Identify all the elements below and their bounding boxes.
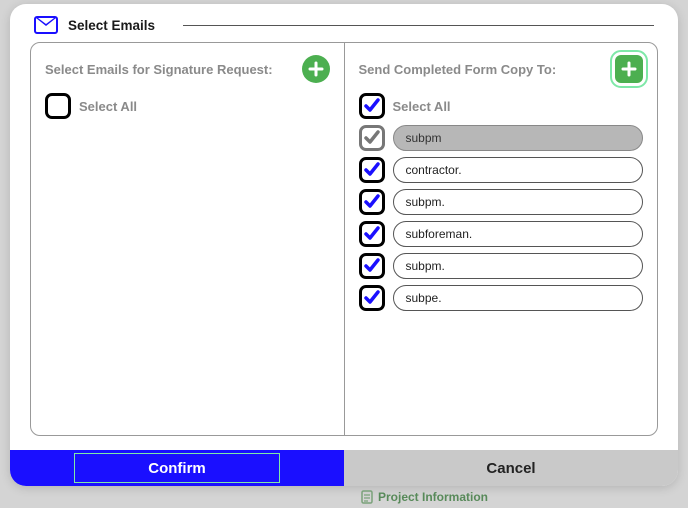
modal-title: Select Emails — [68, 18, 155, 33]
add-signature-email-button[interactable] — [302, 55, 330, 83]
form-copy-panel: Send Completed Form Copy To: Select All … — [344, 42, 659, 436]
left-panel-head: Select Emails for Signature Request: — [45, 55, 330, 83]
right-panel-title: Send Completed Form Copy To: — [359, 62, 557, 77]
mail-icon — [34, 16, 58, 34]
right-select-all-row: Select All — [359, 93, 644, 119]
plus-icon — [308, 61, 324, 77]
right-panel-head: Send Completed Form Copy To: — [359, 55, 644, 83]
right-select-all-checkbox[interactable] — [359, 93, 385, 119]
header-divider — [183, 25, 654, 26]
left-select-all-label: Select All — [79, 99, 137, 114]
modal-footer: Confirm Cancel — [10, 450, 678, 486]
recipient-checkbox[interactable] — [359, 189, 385, 215]
recipient-row: subforeman. — [359, 221, 644, 247]
recipient-pill[interactable]: subforeman. — [393, 221, 644, 247]
recipient-pill[interactable]: subpm — [393, 125, 644, 151]
cancel-button[interactable]: Cancel — [344, 450, 678, 486]
recipient-pill[interactable]: subpm. — [393, 253, 644, 279]
modal-body: Select Emails for Signature Request: Sel… — [10, 42, 678, 450]
recipient-pill[interactable]: subpe. — [393, 285, 644, 311]
plus-icon — [621, 61, 637, 77]
recipient-checkbox[interactable] — [359, 253, 385, 279]
left-select-all-checkbox[interactable] — [45, 93, 71, 119]
recipient-row: subpm — [359, 125, 644, 151]
signature-request-panel: Select Emails for Signature Request: Sel… — [30, 42, 345, 436]
select-emails-modal: Select Emails Select Emails for Signatur… — [10, 4, 678, 486]
right-select-all-label: Select All — [393, 99, 451, 114]
background-project-info: Project Information — [360, 490, 488, 504]
recipient-list: subpm contractor. subpm. subforeman. subpm. s… — [359, 125, 644, 317]
recipient-row: subpe. — [359, 285, 644, 311]
recipient-row: contractor. — [359, 157, 644, 183]
recipient-row: subpm. — [359, 189, 644, 215]
recipient-row: subpm. — [359, 253, 644, 279]
add-form-copy-email-button[interactable] — [615, 55, 643, 83]
clipboard-icon — [360, 490, 374, 504]
left-panel-title: Select Emails for Signature Request: — [45, 62, 273, 77]
recipient-checkbox[interactable] — [359, 221, 385, 247]
recipient-checkbox[interactable] — [359, 157, 385, 183]
recipient-checkbox[interactable] — [359, 125, 385, 151]
recipient-pill[interactable]: contractor. — [393, 157, 644, 183]
left-select-all-row: Select All — [45, 93, 330, 119]
recipient-checkbox[interactable] — [359, 285, 385, 311]
confirm-button[interactable]: Confirm — [10, 450, 344, 486]
recipient-pill[interactable]: subpm. — [393, 189, 644, 215]
modal-header: Select Emails — [10, 4, 678, 42]
